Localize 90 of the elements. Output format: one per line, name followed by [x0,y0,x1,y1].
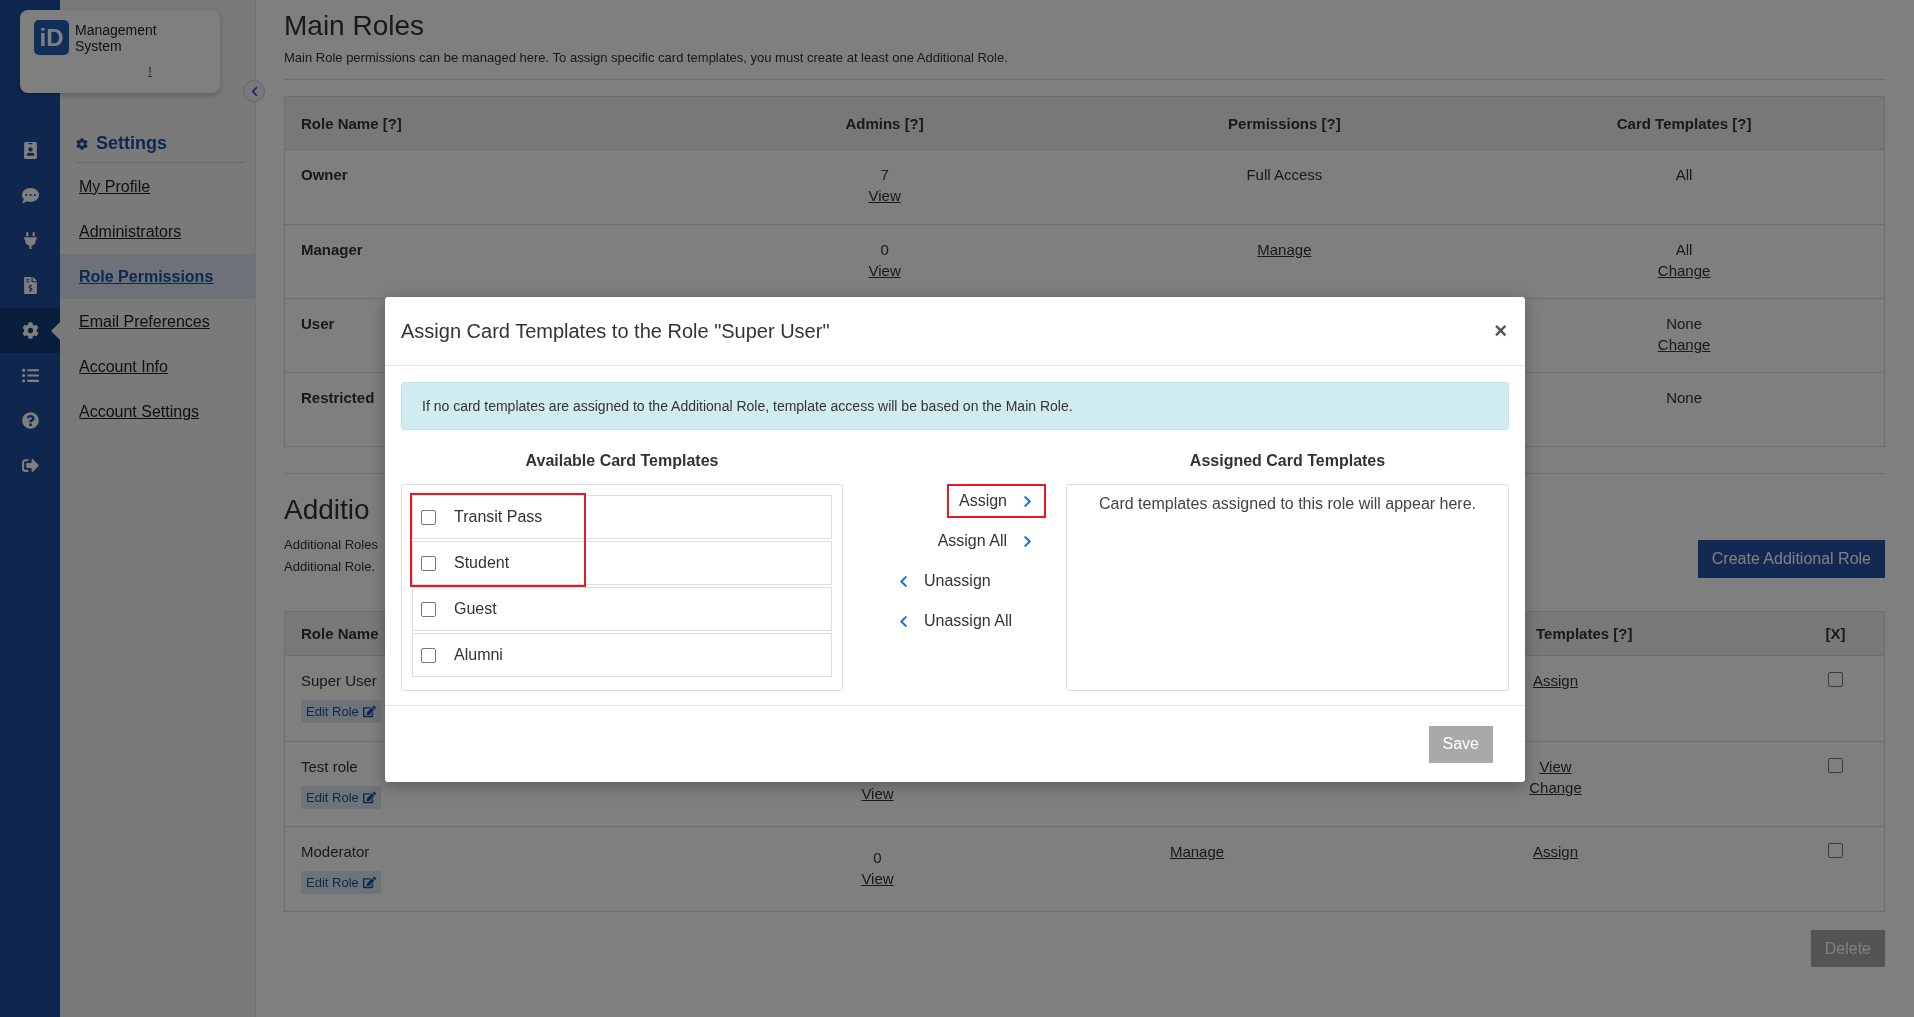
nav-link[interactable]: Account Settings [60,389,255,434]
table-cell: None [1666,315,1703,333]
help-icon [21,412,39,429]
checkbox[interactable] [421,647,436,663]
template-option[interactable]: Student [412,541,832,585]
column-header: Admins [?] [684,97,1085,150]
info-alert: If no card templates are assigned to the Additional Role, template access will be based on the Main Role. [401,382,1509,430]
chat-bubble-icon [21,187,39,204]
table-link[interactable]: View [861,870,894,888]
table-link[interactable]: Assign [1533,843,1578,861]
edit-icon [362,876,376,889]
nav-link[interactable]: Account Info [60,344,255,389]
table-link[interactable]: Change [1529,779,1582,797]
edit-role-button[interactable]: Edit Role [301,786,381,809]
transfer-button[interactable]: Unassign All [885,604,1025,638]
assigned-list: Card templates assigned to this role will appear here. [1066,484,1509,691]
edit-role-button[interactable]: Edit Role [301,871,381,894]
chevron-right-icon [1021,534,1034,548]
chevron-right-icon [1021,494,1034,508]
role-name: Super User [301,672,377,690]
section-description: Additional Roles [284,536,378,554]
nav-link[interactable]: My Profile [60,164,255,209]
table-cell: Full Access [1246,166,1323,184]
checkbox[interactable] [1828,758,1843,773]
chevron-left-icon [897,614,910,628]
role-name: Owner [301,166,348,184]
edit-icon [362,705,376,718]
table-cell: 0 [880,241,889,259]
table-cell: 0 [873,849,882,867]
template-option[interactable]: Transit Pass [412,495,832,539]
column-header: Permissions [?] [1084,97,1485,150]
create-role-button[interactable]: Create Additional Role [1697,540,1885,578]
transfer-button[interactable]: Assign All [925,524,1046,558]
table-link[interactable]: Manage [1169,843,1225,861]
table-cell: None [1666,389,1703,407]
role-name: Restricted [301,389,375,407]
section-description: Additional Role. [284,558,377,576]
logo-link[interactable]: ! [148,65,152,77]
nav-link[interactable]: Administrators [60,209,255,254]
role-name: Moderator [301,843,370,861]
table-link[interactable]: View [868,262,901,280]
sidebar-icon-button[interactable] [0,308,60,353]
column-header: Card Templates [?] [1484,97,1884,150]
transfer-button[interactable]: Unassign [885,564,1003,598]
invoice-icon [21,277,39,294]
settings-icon [21,322,39,339]
logout-icon [21,457,39,474]
collapse-button[interactable] [243,80,265,102]
role-name: User [301,315,335,333]
template-option[interactable]: Guest [412,587,832,631]
table-link[interactable]: View [861,785,894,803]
id-badge-icon [21,142,39,159]
checkbox[interactable] [421,509,436,525]
transfer-button[interactable]: Assign [946,484,1046,518]
modal-title: Assign Card Templates to the Role "Super User" [401,319,830,343]
page-title: Main Roles [284,10,426,42]
column-heading: Assigned Card Templates [1188,451,1387,471]
chevron-left-icon [897,574,910,588]
role-name: Test role [301,758,358,776]
checkbox[interactable] [1828,672,1843,687]
close-button[interactable]: × [1492,318,1509,344]
nav-title: Settings [96,133,167,154]
role-name: Manager [301,241,363,259]
section-title: Additio [284,494,371,526]
table-cell: All [1675,241,1693,259]
table-link[interactable]: Assign [1533,672,1578,690]
template-option[interactable]: Alumni [412,633,832,677]
page-description: Main Role permissions can be managed here. To assign specific card templates, you must create at least one Additional Role. [284,50,1009,65]
checkbox[interactable] [421,555,436,571]
nav-link[interactable]: Role Permissions [60,254,255,299]
table-link[interactable]: Change [1657,262,1711,280]
table-cell: 7 [880,166,889,184]
nav-link[interactable]: Email Preferences [60,299,255,344]
column-header: Role Name [?] [285,97,685,150]
checkbox[interactable] [421,601,436,617]
logo-mark: iD [34,20,69,55]
edit-icon [362,791,376,804]
table-link[interactable]: Change [1657,336,1711,354]
checkbox[interactable] [1828,843,1843,858]
table-link[interactable]: View [1539,758,1572,776]
table-link[interactable]: Manage [1257,241,1312,259]
column-heading: Available Card Templates [524,451,720,471]
settings-icon [76,137,88,150]
table-link[interactable]: View [868,187,901,205]
logo-name: Management System [75,21,158,54]
table-cell: All [1675,166,1693,184]
list-icon [21,367,39,384]
edit-role-button[interactable]: Edit Role [301,700,381,723]
column-header: [X] [1787,612,1884,656]
plug-icon [21,232,39,249]
